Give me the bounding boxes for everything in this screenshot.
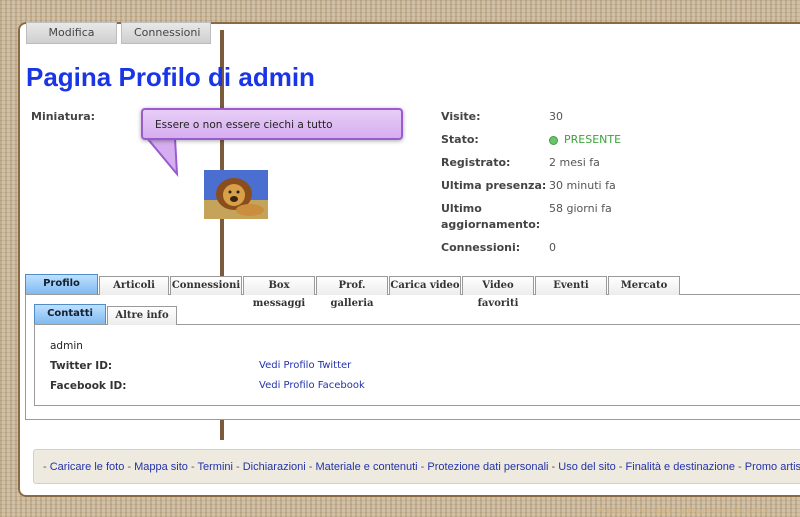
tab-mercato[interactable]: Mercato bbox=[608, 276, 680, 295]
footer-separator: - bbox=[124, 461, 135, 473]
stat-value: 58 giorni fa bbox=[549, 202, 612, 215]
footer-separator: - bbox=[735, 461, 745, 473]
tab-carica-video[interactable]: Carica video bbox=[389, 276, 461, 295]
stat-value: 0 bbox=[549, 241, 556, 254]
footer-link-termini[interactable]: Termini bbox=[198, 461, 233, 473]
footer-link-mappa-sito[interactable]: Mappa sito bbox=[134, 461, 188, 473]
subtab-altre-info[interactable]: Altre info bbox=[107, 306, 177, 325]
tab-box-messaggi[interactable]: Box messaggi bbox=[243, 276, 315, 309]
subtab-contatti[interactable]: Contatti bbox=[34, 304, 106, 324]
stat-label: Stato: bbox=[441, 133, 479, 146]
footer-separator: - bbox=[548, 461, 559, 473]
lion-avatar-icon[interactable] bbox=[204, 170, 268, 219]
footer-link-promo-artisti[interactable]: Promo artisti bbox=[745, 461, 800, 473]
footer-separator: - bbox=[43, 461, 50, 473]
stat-status: Stato: PRESENTE bbox=[441, 132, 721, 148]
tab-video-favoriti[interactable]: Video favoriti bbox=[462, 276, 534, 309]
footer-separator: - bbox=[232, 461, 243, 473]
footer-link-finalita[interactable]: Finalità e destinazione bbox=[626, 461, 735, 473]
facebook-link[interactable]: Vedi Profilo Facebook bbox=[259, 380, 365, 392]
tab-eventi[interactable]: Eventi bbox=[535, 276, 607, 295]
modifica-tab[interactable]: Modifica bbox=[26, 22, 117, 44]
footer-link-caricare-foto[interactable]: Caricare le foto bbox=[50, 461, 125, 473]
stat-value: 30 bbox=[549, 110, 563, 123]
footer-link-uso-sito[interactable]: Uso del sito bbox=[558, 461, 615, 473]
tab-articoli[interactable]: Articoli bbox=[99, 276, 169, 295]
thumbnail-label: Miniatura: bbox=[31, 110, 96, 123]
twitter-link[interactable]: Vedi Profilo Twitter bbox=[259, 360, 351, 372]
profile-tabs: Profilo Articoli Connessioni Box messagg… bbox=[25, 274, 681, 309]
stat-value: 2 mesi fa bbox=[549, 156, 600, 169]
stat-last-update: Ultimo aggiornamento: 58 giorni fa bbox=[441, 201, 721, 233]
stat-label: Connessioni: bbox=[441, 241, 521, 254]
powered-by-text: Powered by Template · software www.templ… bbox=[598, 507, 769, 515]
tab-prof-galleria[interactable]: Prof. galleria bbox=[316, 276, 388, 309]
connessioni-tab[interactable]: Connessioni bbox=[121, 22, 211, 44]
contact-subtabs: Contatti Altre info bbox=[34, 304, 178, 325]
footer-separator: - bbox=[187, 461, 198, 473]
tab-connessioni[interactable]: Connessioni bbox=[170, 276, 242, 295]
footer-separator: - bbox=[305, 461, 316, 473]
stat-connections: Connessioni: 0 bbox=[441, 240, 721, 256]
contact-username: admin bbox=[50, 340, 83, 352]
page-title: Pagina Profilo di admin bbox=[26, 62, 315, 92]
tooltip-tail-icon bbox=[145, 138, 179, 177]
stat-label: Registrato: bbox=[441, 156, 511, 169]
stat-label: Ultima presenza: bbox=[441, 179, 547, 192]
footer-separator: - bbox=[417, 461, 428, 473]
facebook-label: Facebook ID: bbox=[50, 380, 127, 392]
stat-label: Ultimo aggiornamento: bbox=[441, 202, 541, 231]
facebook-row: Facebook ID: Vedi Profilo Facebook bbox=[50, 380, 365, 392]
status-dot-icon bbox=[549, 135, 558, 145]
stat-visits: Visite: 30 bbox=[441, 109, 721, 125]
status-value: PRESENTE bbox=[549, 132, 621, 148]
footer-link-protezione-dati[interactable]: Protezione dati personali bbox=[427, 461, 548, 473]
status-text: PRESENTE bbox=[564, 133, 622, 146]
stat-registered: Registrato: 2 mesi fa bbox=[441, 155, 721, 171]
twitter-label: Twitter ID: bbox=[50, 360, 113, 372]
footer-links: - Caricare le foto - Mappa sito - Termin… bbox=[33, 449, 800, 484]
twitter-row: Twitter ID: Vedi Profilo Twitter bbox=[50, 360, 351, 372]
profile-stats: Visite: 30 Stato: PRESENTE Registrato: 2… bbox=[441, 109, 721, 263]
tab-profilo[interactable]: Profilo bbox=[25, 274, 98, 294]
stat-last-seen: Ultima presenza: 30 minuti fa bbox=[441, 178, 721, 194]
stat-label: Visite: bbox=[441, 110, 481, 123]
motto-tooltip: Essere o non essere ciechi a tutto bbox=[141, 108, 403, 140]
footer-link-materiale[interactable]: Materiale e contenuti bbox=[316, 461, 418, 473]
footer-link-dichiarazioni[interactable]: Dichiarazioni bbox=[243, 461, 306, 473]
stat-value: 30 minuti fa bbox=[549, 179, 616, 192]
footer-separator: - bbox=[615, 461, 626, 473]
